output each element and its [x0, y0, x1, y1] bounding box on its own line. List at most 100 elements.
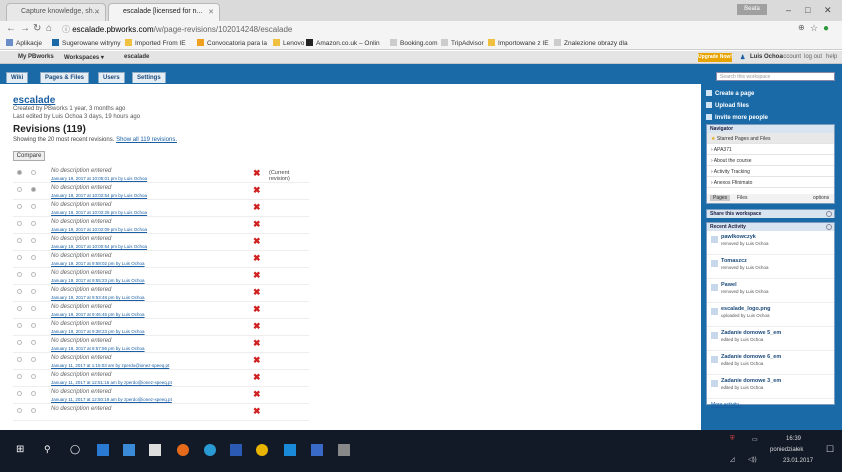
tab-users[interactable]: Users	[98, 72, 125, 83]
profile-badge[interactable]: Beata	[737, 4, 767, 15]
delete-revision-icon[interactable]: ✖	[253, 168, 261, 179]
back-icon[interactable]: ←	[6, 23, 16, 34]
nav-item[interactable]: › APA371	[707, 144, 834, 155]
nav-options-link[interactable]: options	[813, 195, 829, 201]
compare-to-radio[interactable]	[31, 323, 36, 328]
revision-date-link[interactable]: January 19, 2017 at 10:02:54 pm by Luis …	[51, 193, 147, 198]
account-link[interactable]: account	[780, 54, 801, 60]
bookmark-item[interactable]: Importowane z IE	[488, 39, 549, 47]
revision-date-link[interactable]: January 11, 2017 at 12:51:16 am by zperd…	[51, 380, 172, 385]
compare-to-radio[interactable]	[31, 408, 36, 413]
minimize-icon[interactable]: –	[786, 5, 791, 15]
compare-from-radio[interactable]	[17, 306, 22, 311]
delete-revision-icon[interactable]: ✖	[253, 287, 261, 298]
bookmark-item[interactable]: Booking.com	[390, 39, 438, 47]
reload-icon[interactable]: ↻	[33, 23, 41, 34]
clock-time[interactable]: 16:39	[786, 436, 801, 442]
revision-date-link[interactable]: January 19, 2017 at 9:38:23 pm by Luis O…	[51, 329, 145, 334]
help-link[interactable]: help	[826, 54, 837, 60]
expand-icon[interactable]	[826, 211, 832, 217]
maximize-icon[interactable]: □	[805, 5, 810, 15]
chrome-icon[interactable]	[256, 444, 268, 456]
zoom-icon[interactable]: ⊕	[798, 23, 805, 32]
clock-day[interactable]: poniedziałek	[770, 447, 803, 453]
bookmark-item[interactable]: Sugerowane witryny	[52, 39, 121, 47]
delete-revision-icon[interactable]: ✖	[253, 321, 261, 332]
tray-battery-icon[interactable]: ▭	[752, 436, 758, 443]
close-tab-icon[interactable]: ✕	[94, 8, 100, 16]
app-icon[interactable]	[230, 444, 242, 456]
compare-from-radio[interactable]	[17, 323, 22, 328]
store-icon[interactable]	[149, 444, 161, 456]
close-tab-icon[interactable]: ✕	[208, 8, 214, 16]
delete-revision-icon[interactable]: ✖	[253, 372, 261, 383]
activity-title-link[interactable]: escalade_logo.png	[721, 306, 830, 312]
activity-title-link[interactable]: Zadanie domowe 6_em	[721, 354, 830, 360]
compare-from-radio[interactable]	[17, 170, 22, 175]
delete-revision-icon[interactable]: ✖	[253, 253, 261, 264]
nav-files-toggle[interactable]: Files	[737, 195, 748, 201]
compare-to-radio[interactable]	[31, 289, 36, 294]
delete-revision-icon[interactable]: ✖	[253, 236, 261, 247]
bookmark-item[interactable]: Amazon.co.uk – Onlin	[306, 39, 380, 47]
star-icon[interactable]: ☆	[810, 23, 818, 34]
revision-date-link[interactable]: January 19, 2017 at 10:02:25 pm by Luis …	[51, 210, 147, 215]
delete-revision-icon[interactable]: ✖	[253, 389, 261, 400]
page-title[interactable]: escalade	[13, 95, 55, 106]
compare-from-radio[interactable]	[17, 374, 22, 379]
edge-icon[interactable]	[97, 444, 109, 456]
explorer-icon[interactable]	[123, 444, 135, 456]
share-panel[interactable]: Share this workspace	[706, 209, 835, 218]
compare-from-radio[interactable]	[17, 221, 22, 226]
compare-from-radio[interactable]	[17, 391, 22, 396]
user-link[interactable]: Luis Ochoa	[750, 54, 783, 60]
bookmark-item[interactable]: Znalezione obrazy dla	[554, 39, 628, 47]
compare-button[interactable]: Compare	[13, 151, 45, 161]
bookmark-item[interactable]: TripAdvisor	[441, 39, 484, 47]
app-icon[interactable]	[204, 444, 216, 456]
compare-to-radio[interactable]	[31, 340, 36, 345]
activity-title-link[interactable]: Zadanie domowe 5_em	[721, 330, 830, 336]
compare-to-radio[interactable]	[31, 374, 36, 379]
delete-revision-icon[interactable]: ✖	[253, 406, 261, 417]
start-icon[interactable]: ⊞	[16, 444, 28, 456]
revision-date-link[interactable]: January 11, 2017 at 12:50:19 am by zperd…	[51, 397, 172, 402]
revision-date-link[interactable]: January 19, 2017 at 8:57:56 pm by Luis O…	[51, 346, 145, 351]
compare-to-radio[interactable]	[31, 187, 36, 192]
tray-volume-icon[interactable]: ◁))	[748, 456, 757, 463]
compare-to-radio[interactable]	[31, 170, 36, 175]
app-icon[interactable]	[311, 444, 323, 456]
activity-title-link[interactable]: Zadanie domowe 3_em	[721, 378, 830, 384]
delete-revision-icon[interactable]: ✖	[253, 304, 261, 315]
compare-to-radio[interactable]	[31, 255, 36, 260]
activity-title-link[interactable]: pawlkowczyk	[721, 234, 830, 240]
compare-to-radio[interactable]	[31, 357, 36, 362]
extension-icon[interactable]: ●	[823, 23, 829, 34]
compare-to-radio[interactable]	[31, 221, 36, 226]
compare-to-radio[interactable]	[31, 306, 36, 311]
compare-from-radio[interactable]	[17, 289, 22, 294]
compare-from-radio[interactable]	[17, 357, 22, 362]
tab-wiki[interactable]: Wiki	[6, 72, 29, 83]
my-pbworks-link[interactable]: My PBworks	[18, 54, 54, 60]
compare-from-radio[interactable]	[17, 238, 22, 243]
close-window-icon[interactable]: ✕	[824, 5, 832, 16]
bookmark-apps[interactable]: Aplikacje	[6, 39, 42, 47]
activity-title-link[interactable]: Pawel	[721, 282, 830, 288]
nav-pages-toggle[interactable]: Pages	[710, 195, 731, 201]
compare-to-radio[interactable]	[31, 391, 36, 396]
more-activity-link[interactable]: More activity...	[707, 399, 834, 411]
nav-starred[interactable]: ★ Starred Pages and Files	[707, 133, 834, 144]
app-icon[interactable]	[338, 444, 350, 456]
nav-item[interactable]: › Anexos Ffinimato	[707, 177, 834, 188]
compare-to-radio[interactable]	[31, 238, 36, 243]
compare-from-radio[interactable]	[17, 187, 22, 192]
notifications-icon[interactable]: ☐	[826, 444, 834, 455]
compare-from-radio[interactable]	[17, 255, 22, 260]
compare-from-radio[interactable]	[17, 204, 22, 209]
collapse-icon[interactable]	[826, 224, 832, 230]
search-input[interactable]: Search this workspace	[716, 72, 835, 81]
forward-icon[interactable]: →	[20, 23, 30, 34]
tab-pages-files[interactable]: Pages & Files	[40, 72, 90, 83]
tray-network-icon[interactable]: ◿	[730, 456, 735, 463]
